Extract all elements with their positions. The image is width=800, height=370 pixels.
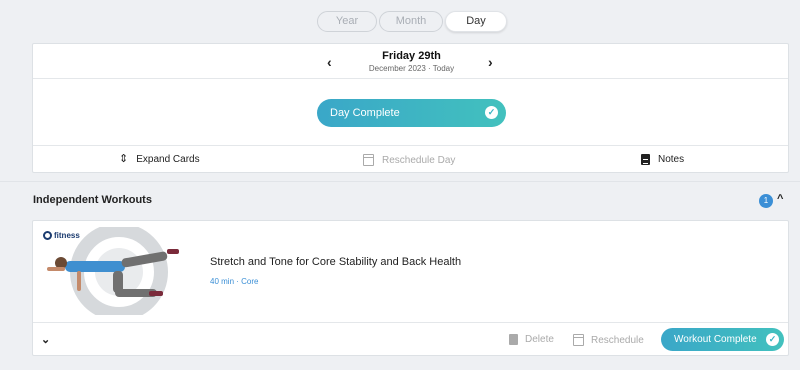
expand-cards-label: Expand Cards [136,154,200,165]
section-title: Independent Workouts [33,194,152,206]
reschedule-day-button[interactable]: Reschedule Day [363,154,455,166]
day-complete-label: Day Complete [330,107,400,119]
check-circle-icon: ✓ [766,333,779,346]
reschedule-day-label: Reschedule Day [382,154,456,166]
workout-card: fitness Stretch and Tone for Core Stabil… [32,220,789,356]
date-subtitle: December 2023 · Today [368,64,455,73]
reschedule-workout-button[interactable]: Reschedule [573,334,644,346]
exercise-illustration [47,227,179,315]
notes-label: Notes [658,154,685,165]
view-switcher: Year Month Day [317,11,507,32]
workout-meta: 40 min · Core [210,277,259,286]
view-month-button[interactable]: Month [379,11,443,32]
workout-complete-label: Workout Complete [674,334,757,345]
day-complete-button[interactable]: Day Complete ✓ [317,99,506,127]
fitness-logo: fitness [43,231,80,240]
logo-ring-icon [43,231,52,240]
calendar-reschedule-icon [573,334,584,346]
delete-label: Delete [525,334,554,345]
workout-count-badge: 1 [759,194,773,208]
expand-workout-chevron-icon[interactable]: ⌄ [41,333,50,346]
workout-title[interactable]: Stretch and Tone for Core Stability and … [210,256,461,268]
view-year-button[interactable]: Year [317,11,377,32]
expand-cards-button[interactable]: ⇕ Expand Cards [119,153,200,166]
calendar-reschedule-icon [363,154,374,166]
workout-thumbnail[interactable]: fitness [39,227,199,315]
delete-workout-button[interactable]: Delete [509,334,554,345]
notes-button[interactable]: Notes [641,154,684,165]
independent-workouts-header: Independent Workouts 1 ^ [0,181,800,217]
collapse-section-chevron-icon[interactable]: ^ [777,193,783,205]
trash-icon [509,334,518,345]
workout-complete-button[interactable]: Workout Complete ✓ [661,328,784,351]
view-day-button[interactable]: Day [445,11,507,32]
reschedule-label: Reschedule [591,334,644,346]
next-day-chevron-icon[interactable]: › [488,54,493,70]
logo-text: fitness [54,231,80,240]
expand-arrows-icon: ⇕ [119,153,129,165]
check-circle-icon: ✓ [485,106,498,119]
notes-document-icon [641,154,650,165]
workout-card-footer: ⌄ Delete Reschedule Workout Complete ✓ [33,322,788,356]
date-navigation: ‹ Friday 29th December 2023 · Today › [33,44,788,79]
date-title: Friday 29th [382,50,441,62]
day-action-bar: ⇕ Expand Cards Reschedule Day Notes [33,145,788,173]
day-card: ‹ Friday 29th December 2023 · Today › Da… [32,43,789,173]
